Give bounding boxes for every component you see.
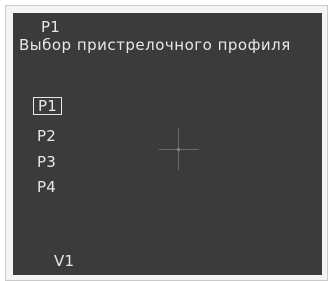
screen-title: Выбор пристрелочного профиля xyxy=(19,36,291,54)
profile-indicator: P1 xyxy=(41,18,60,36)
menu-item-p2[interactable]: P2 xyxy=(37,128,56,144)
version-label: V1 xyxy=(54,252,75,270)
menu-item-p4[interactable]: P4 xyxy=(37,179,56,195)
display-screen: P1 Выбор пристрелочного профиля P1 P2 P3… xyxy=(13,13,322,275)
crosshair-center-dot xyxy=(177,148,180,151)
menu-item-p3[interactable]: P3 xyxy=(37,154,56,170)
menu-item-p1[interactable]: P1 xyxy=(33,97,62,115)
